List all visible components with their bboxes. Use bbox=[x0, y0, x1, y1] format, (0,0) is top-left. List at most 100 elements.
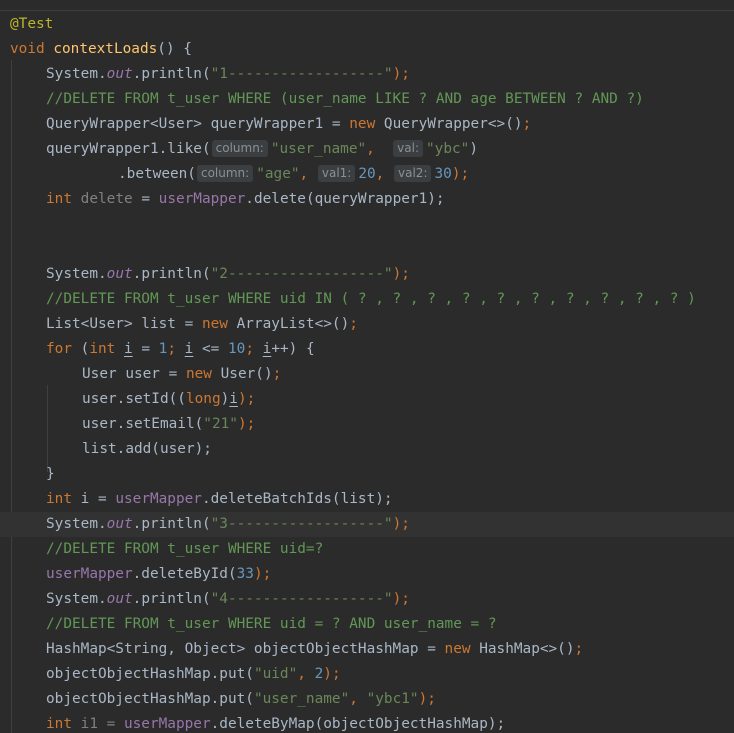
code-line[interactable]: QueryWrapper<User> queryWrapper1 = new Q… bbox=[0, 112, 734, 137]
method-name: contextLoads bbox=[53, 41, 158, 57]
code-line[interactable]: HashMap<String, Object> objectObjectHash… bbox=[0, 637, 734, 662]
string-literal: "2------------------" bbox=[210, 266, 393, 282]
code-line[interactable]: System.out.println("2------------------"… bbox=[0, 262, 734, 287]
code-line[interactable]: @Test bbox=[0, 12, 734, 37]
parameter-hint: column: bbox=[211, 140, 268, 157]
parameter-hint: val1: bbox=[317, 165, 356, 182]
code-line[interactable]: //DELETE FROM t_user WHERE uid IN ( ? , … bbox=[0, 287, 734, 312]
comment: //DELETE FROM t_user WHERE (user_name LI… bbox=[46, 91, 644, 107]
static-field: out bbox=[106, 516, 133, 532]
comment: //DELETE FROM t_user WHERE uid=? bbox=[46, 541, 324, 557]
code-text: ; bbox=[522, 116, 532, 132]
code-line[interactable]: //DELETE FROM t_user WHERE uid=? bbox=[0, 537, 734, 562]
editor-top-border bbox=[0, 10, 734, 11]
number-literal: 33 bbox=[236, 566, 254, 582]
code-text: .between( bbox=[118, 166, 196, 182]
string-literal: "21" bbox=[203, 416, 238, 432]
keyword: void bbox=[10, 41, 45, 57]
code-text: } bbox=[46, 466, 55, 482]
code-editor[interactable]: @Test void contextLoads() { System.out.p… bbox=[0, 0, 734, 733]
code-line[interactable]: User user = new User(); bbox=[0, 362, 734, 387]
code-line[interactable]: list.add(user); bbox=[0, 437, 734, 462]
number-literal: 30 bbox=[434, 166, 452, 182]
keyword: new bbox=[349, 116, 376, 132]
code-line[interactable]: user.setId((long)i); bbox=[0, 387, 734, 412]
code-text: List<User> list = bbox=[46, 316, 202, 332]
code-line[interactable]: int delete = userMapper.delete(queryWrap… bbox=[0, 187, 734, 212]
keyword: int bbox=[89, 341, 116, 357]
code-text: .println( bbox=[132, 516, 211, 532]
code-line[interactable]: queryWrapper1.like(column: "user_name", v… bbox=[0, 137, 734, 162]
code-text: , bbox=[375, 166, 385, 182]
code-text: System. bbox=[46, 516, 107, 532]
static-field: out bbox=[106, 66, 133, 82]
code-text: User() bbox=[211, 366, 273, 382]
code-text: , bbox=[349, 691, 358, 707]
string-literal: "3------------------" bbox=[210, 516, 393, 532]
parameter-hint: column: bbox=[196, 165, 254, 182]
code-text: ); bbox=[392, 591, 410, 607]
static-field: out bbox=[106, 591, 133, 607]
code-text: ); bbox=[392, 516, 410, 532]
code-text: ; bbox=[245, 341, 263, 357]
code-line[interactable]: userMapper.deleteById(33); bbox=[0, 562, 734, 587]
code-text: ) bbox=[220, 391, 230, 407]
code-line[interactable]: for (int i = 1; i <= 10; i++) { bbox=[0, 337, 734, 362]
keyword: for bbox=[46, 341, 72, 357]
comment: //DELETE FROM t_user WHERE uid IN ( ? , … bbox=[46, 291, 696, 307]
code-text: ; bbox=[272, 366, 282, 382]
code-line[interactable]: List<User> list = new ArrayList<>(); bbox=[0, 312, 734, 337]
code-text: ); bbox=[418, 691, 436, 707]
keyword: new bbox=[201, 316, 228, 332]
static-field: out bbox=[106, 266, 133, 282]
code-text: ); bbox=[392, 266, 410, 282]
code-text: = bbox=[132, 191, 159, 207]
code-text: ); bbox=[392, 66, 410, 82]
code-line[interactable]: int i = userMapper.deleteBatchIds(list); bbox=[0, 487, 734, 512]
string-literal: "ybc1" bbox=[366, 691, 419, 707]
field-reference: userMapper bbox=[123, 716, 211, 732]
annotation-test: @Test bbox=[10, 16, 54, 32]
keyword: int bbox=[46, 191, 72, 207]
code-text: QueryWrapper<User> queryWrapper1 = bbox=[46, 116, 350, 132]
code-text: , bbox=[299, 166, 309, 182]
keyword: new bbox=[444, 641, 471, 657]
code-text: list.add(user); bbox=[82, 441, 212, 457]
number-literal: 10 bbox=[228, 341, 246, 357]
code-text: .deleteById( bbox=[132, 566, 237, 582]
code-text: objectObjectHashMap.put( bbox=[46, 666, 254, 682]
code-text: .delete(queryWrapper1); bbox=[245, 191, 445, 207]
string-literal: "ybc" bbox=[426, 141, 470, 157]
code-text: ); bbox=[237, 416, 256, 432]
string-literal: "user_name" bbox=[253, 691, 350, 707]
code-line[interactable]: System.out.println("1------------------"… bbox=[0, 62, 734, 87]
code-line[interactable]: } bbox=[0, 462, 734, 487]
code-text: System. bbox=[46, 66, 107, 82]
unused-variable: i1 = bbox=[72, 716, 124, 732]
code-line[interactable]: //DELETE FROM t_user WHERE (user_name LI… bbox=[0, 87, 734, 112]
loop-variable: i bbox=[229, 391, 238, 407]
code-line[interactable]: System.out.println("4------------------"… bbox=[0, 587, 734, 612]
code-text: , bbox=[366, 141, 375, 157]
code-line[interactable]: objectObjectHashMap.put("uid", 2); bbox=[0, 662, 734, 687]
keyword: long bbox=[185, 391, 221, 407]
string-literal: "4------------------" bbox=[210, 591, 393, 607]
current-code-line[interactable]: System.out.println("3------------------"… bbox=[0, 512, 734, 537]
code-text: QueryWrapper<>() bbox=[375, 116, 523, 132]
code-line[interactable]: user.setEmail("21"); bbox=[0, 412, 734, 437]
number-literal: 2 bbox=[314, 666, 324, 682]
code-line[interactable]: int i1 = userMapper.deleteByMap(objectOb… bbox=[0, 712, 734, 733]
code-line[interactable]: .between(column: "age", val1: 20, val2: 30)… bbox=[0, 162, 734, 187]
string-literal: "user_name" bbox=[270, 141, 367, 157]
field-reference: userMapper bbox=[46, 566, 133, 582]
unused-variable: delete bbox=[80, 191, 133, 207]
loop-variable: i bbox=[124, 341, 133, 357]
code-line[interactable]: void contextLoads() { bbox=[0, 37, 734, 62]
keyword: int bbox=[46, 491, 72, 507]
code-line[interactable]: //DELETE FROM t_user WHERE uid = ? AND u… bbox=[0, 612, 734, 637]
code-line[interactable]: objectObjectHashMap.put("user_name", "yb… bbox=[0, 687, 734, 712]
code-text: HashMap<>() bbox=[470, 641, 575, 657]
parameter-hint: val2: bbox=[394, 165, 432, 182]
code-text: .deleteBatchIds(list); bbox=[201, 491, 393, 507]
string-literal: "1------------------" bbox=[210, 66, 393, 82]
